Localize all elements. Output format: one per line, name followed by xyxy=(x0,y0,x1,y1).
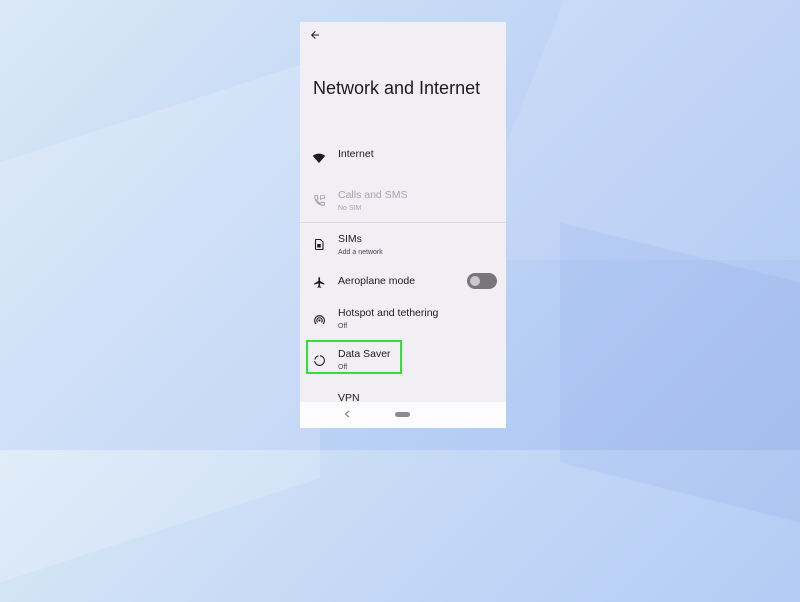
arrow-left-icon xyxy=(311,31,319,39)
navigation-bar xyxy=(300,402,506,428)
setting-calls-sms[interactable]: Calls and SMS No SIM xyxy=(300,186,506,216)
airplane-icon xyxy=(311,274,327,290)
phone-sms-icon xyxy=(311,192,327,208)
section-divider xyxy=(300,222,506,223)
setting-title: Hotspot and tethering xyxy=(338,307,439,319)
background-facet xyxy=(0,58,320,602)
hotspot-icon xyxy=(311,312,327,328)
setting-title: Calls and SMS xyxy=(338,189,408,201)
background-facet xyxy=(560,222,800,538)
setting-title: Aeroplane mode xyxy=(338,275,416,287)
nav-home-pill[interactable] xyxy=(395,412,410,417)
setting-subtitle: No SIM xyxy=(338,205,362,212)
setting-hotspot-tethering[interactable]: Hotspot and tethering Off xyxy=(300,305,506,335)
nav-back-button[interactable] xyxy=(341,408,353,420)
page-title: Network and Internet xyxy=(313,78,481,98)
back-button[interactable] xyxy=(307,27,323,43)
setting-subtitle: Off xyxy=(338,323,348,330)
data-saver-highlight xyxy=(306,340,402,374)
setting-internet[interactable]: Internet xyxy=(300,144,506,174)
setting-sims[interactable]: SIMs Add a network xyxy=(300,229,506,261)
background-facet xyxy=(459,0,800,260)
phone-screen: Network and Internet Internet Calls and … xyxy=(300,22,506,428)
setting-title: SIMs xyxy=(338,233,362,245)
sim-card-icon xyxy=(311,236,327,252)
toggle-knob xyxy=(470,276,480,286)
aeroplane-mode-toggle[interactable] xyxy=(467,273,497,289)
wifi-icon xyxy=(311,150,327,166)
setting-subtitle: Add a network xyxy=(338,249,383,256)
nav-back-icon xyxy=(344,410,350,418)
setting-title: Internet xyxy=(338,148,374,160)
